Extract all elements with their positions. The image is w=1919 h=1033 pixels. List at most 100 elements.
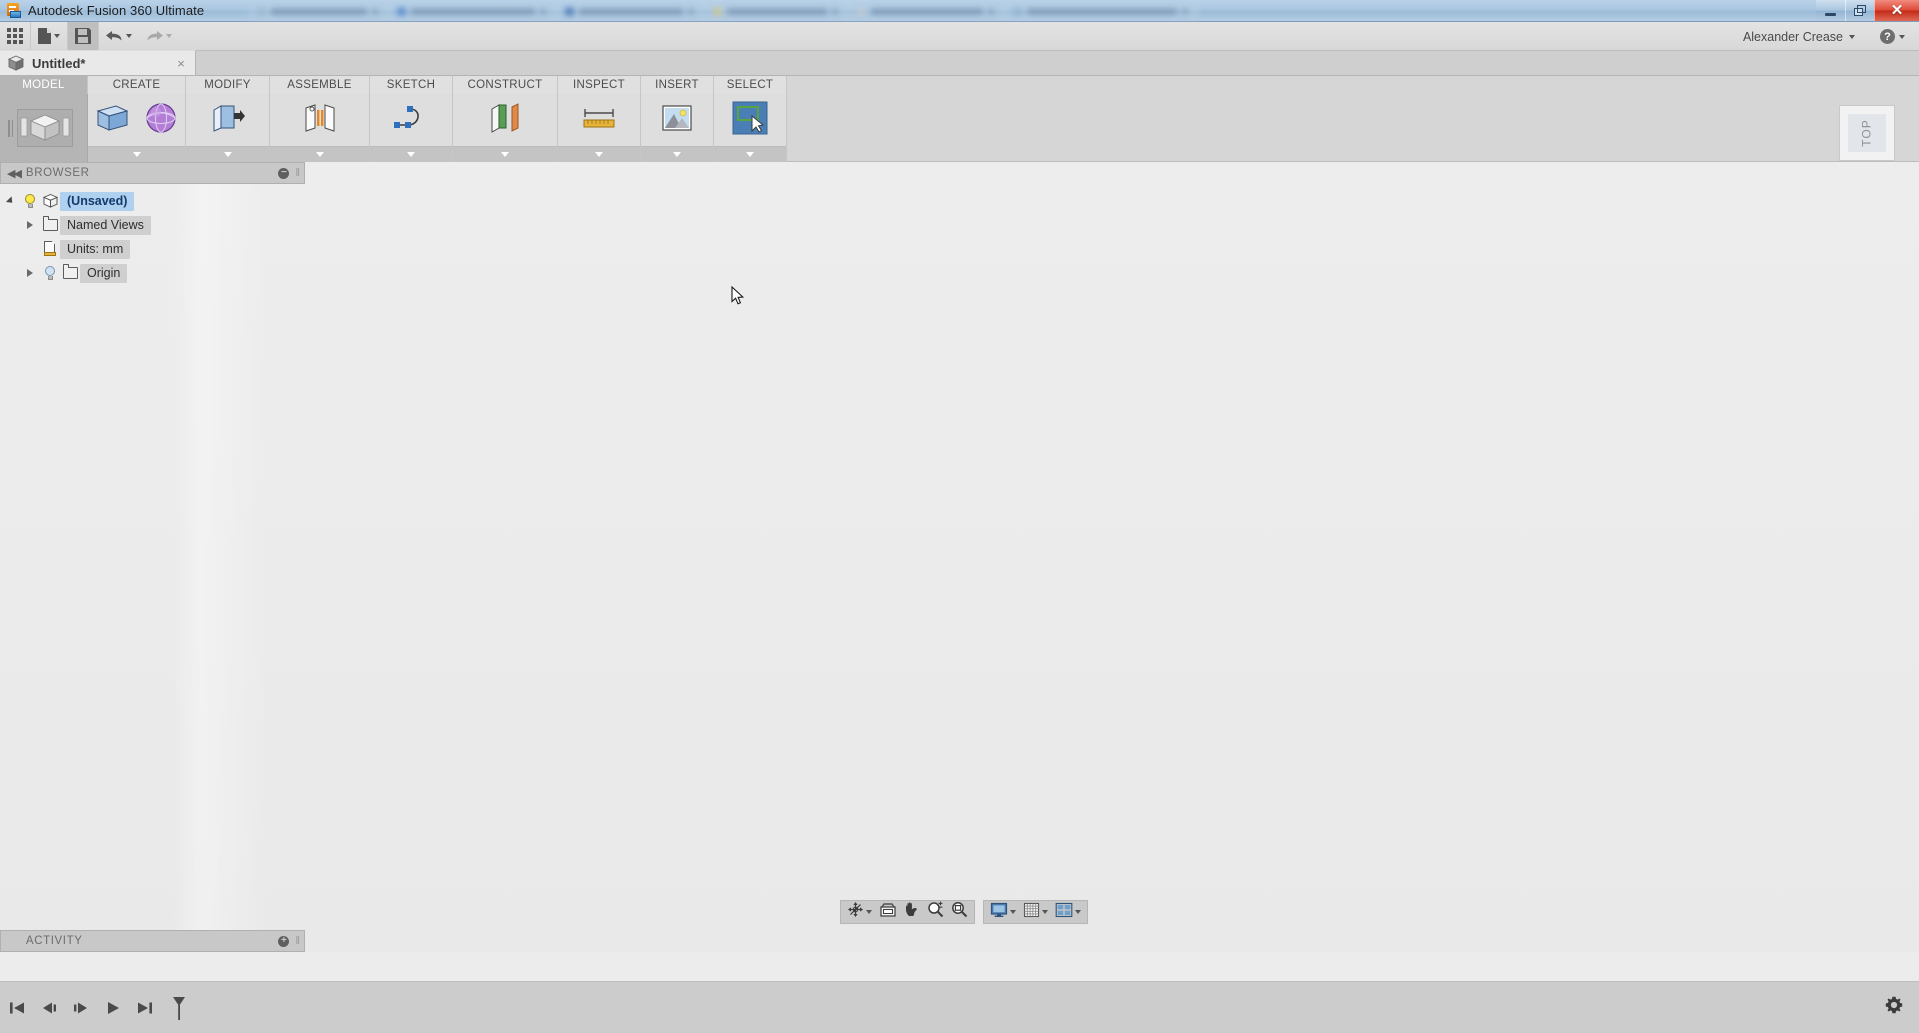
expander-icon[interactable] <box>20 269 40 277</box>
chevron-down-icon <box>1010 910 1016 914</box>
assemble-joint-button[interactable] <box>295 94 344 146</box>
zoom-button[interactable] <box>924 901 947 923</box>
tab-assemble[interactable]: ASSEMBLE <box>270 76 370 94</box>
timeline-marker[interactable] <box>168 997 190 1020</box>
tab-create[interactable]: CREATE <box>88 76 186 94</box>
ghost-tab <box>388 1 556 21</box>
workspace-selector[interactable] <box>0 94 87 162</box>
visibility-bulb-icon[interactable] <box>20 193 40 209</box>
panel-insert <box>641 94 714 162</box>
tree-item-units[interactable]: Units: mm <box>0 237 305 261</box>
modify-press-pull-button[interactable] <box>203 94 252 146</box>
step-back-button[interactable] <box>40 998 58 1018</box>
sketch-spline-button[interactable] <box>387 94 436 146</box>
document-tab-untitled[interactable]: Untitled* × <box>0 50 196 75</box>
inspect-measure-button[interactable] <box>575 94 624 146</box>
chevron-down-icon <box>1075 910 1081 914</box>
viewport-canvas[interactable]: ◀◀ BROWSER − ‖ (Unsaved) Named Views Uni… <box>0 162 1919 952</box>
minus-circle-icon[interactable]: − <box>278 167 290 179</box>
select-panel-dropdown[interactable] <box>714 146 786 162</box>
insert-image-button[interactable] <box>653 94 702 146</box>
panel-assemble <box>270 94 370 162</box>
look-at-button[interactable] <box>876 901 900 923</box>
panel-grip-icon[interactable]: ‖ <box>295 935 300 947</box>
tab-inspect[interactable]: INSPECT <box>558 76 641 94</box>
title-bar: Autodesk Fusion 360 Ultimate ✕ <box>0 0 1919 22</box>
help-icon: ? <box>1880 29 1895 44</box>
create-box-button[interactable] <box>88 94 137 146</box>
step-forward-icon <box>74 1002 87 1014</box>
plus-circle-icon[interactable]: + <box>278 935 290 947</box>
go-to-end-button[interactable] <box>136 998 154 1018</box>
monitor-icon <box>990 902 1008 923</box>
create-panel-dropdown[interactable] <box>88 146 185 162</box>
timeline-controls <box>8 990 190 1026</box>
pan-button[interactable] <box>901 901 923 923</box>
assemble-panel-dropdown[interactable] <box>270 146 369 162</box>
ribbon-panels <box>0 94 787 162</box>
save-button[interactable] <box>68 21 98 51</box>
folder-icon <box>60 264 80 279</box>
play-button[interactable] <box>104 998 122 1018</box>
visibility-bulb-icon[interactable] <box>40 265 60 281</box>
grip-icon <box>8 119 13 137</box>
panel-sketch <box>370 94 453 162</box>
select-window-button[interactable] <box>726 94 775 146</box>
collapse-icon[interactable]: ◀◀ <box>5 167 22 180</box>
tree-item-unsaved[interactable]: (Unsaved) <box>0 189 305 213</box>
inspect-panel-dropdown[interactable] <box>558 146 640 162</box>
fusion360-logo-icon <box>5 2 22 19</box>
tab-sketch[interactable]: SKETCH <box>370 76 453 94</box>
modify-panel-dropdown[interactable] <box>186 146 269 162</box>
insert-panel-dropdown[interactable] <box>641 146 713 162</box>
sketch-panel-dropdown[interactable] <box>370 146 452 162</box>
new-file-button[interactable] <box>31 22 67 51</box>
settings-button[interactable] <box>1885 996 1903 1014</box>
tree-item-label: (Unsaved) <box>60 191 135 211</box>
ghost-tab <box>1004 1 1198 21</box>
viewports-button[interactable] <box>1052 901 1084 923</box>
grid-snaps-button[interactable] <box>1020 901 1051 923</box>
look-at-icon <box>879 901 897 923</box>
orbit-button[interactable] <box>844 901 875 923</box>
close-button[interactable]: ✕ <box>1874 0 1919 21</box>
view-cube-face[interactable]: TOP <box>1848 114 1886 152</box>
panel-grip-icon[interactable]: ‖ <box>295 167 300 179</box>
user-name-label: Alexander Crease <box>1742 29 1843 44</box>
browser-panel: ◀◀ BROWSER − ‖ (Unsaved) Named Views Uni… <box>0 162 305 285</box>
tree-item-named-views[interactable]: Named Views <box>0 213 305 237</box>
construct-plane-button[interactable] <box>481 94 530 146</box>
user-account-menu[interactable]: Alexander Crease <box>1743 22 1855 51</box>
chevron-down-icon <box>673 152 681 157</box>
panel-workspace[interactable] <box>0 94 88 162</box>
undo-button[interactable] <box>99 22 139 51</box>
expander-icon[interactable] <box>0 196 20 206</box>
zoom-icon <box>927 901 944 923</box>
expander-icon[interactable] <box>20 221 40 229</box>
redo-button[interactable] <box>139 22 179 51</box>
activity-panel: ◀◀ ACTIVITY + ‖ <box>0 930 305 952</box>
display-settings-button[interactable] <box>987 901 1019 923</box>
tab-select[interactable]: SELECT <box>714 76 787 94</box>
go-to-beginning-button[interactable] <box>8 998 26 1018</box>
create-form-button[interactable] <box>137 94 186 146</box>
apps-grid-button[interactable] <box>0 22 30 51</box>
help-menu[interactable]: ? <box>1880 22 1905 51</box>
restore-button[interactable] <box>1845 0 1874 21</box>
minimize-button[interactable] <box>1816 0 1845 21</box>
workspace-model[interactable]: MODEL <box>0 76 88 94</box>
ghost-tab <box>704 1 848 21</box>
tree-item-origin[interactable]: Origin <box>0 261 305 285</box>
tab-modify[interactable]: MODIFY <box>186 76 270 94</box>
tab-construct[interactable]: CONSTRUCT <box>453 76 558 94</box>
fit-button[interactable] <box>948 901 971 923</box>
tab-insert[interactable]: INSERT <box>641 76 714 94</box>
step-forward-button[interactable] <box>72 998 90 1018</box>
view-cube[interactable]: TOP <box>1839 105 1895 161</box>
panel-inspect <box>558 94 641 162</box>
close-icon[interactable]: × <box>175 56 187 71</box>
form-sphere-icon <box>145 102 177 139</box>
construct-panel-dropdown[interactable] <box>453 146 557 162</box>
redo-arrow-icon <box>146 29 163 43</box>
chevron-down-icon <box>132 152 141 157</box>
